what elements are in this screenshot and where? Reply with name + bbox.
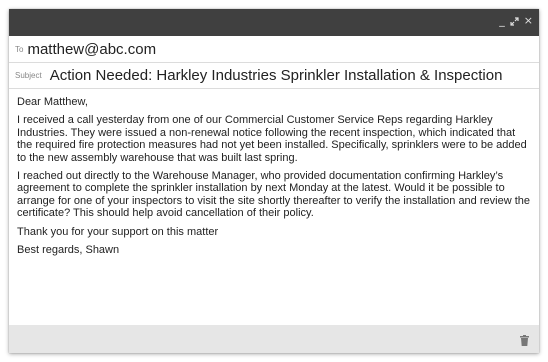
compose-footer — [9, 325, 539, 353]
subject-label: Subject — [15, 71, 42, 80]
compose-window: _ × To matthew@abc.com Subject Action Ne… — [9, 9, 539, 353]
body-paragraph-1: I received a call yesterday from one of … — [17, 114, 527, 164]
subject-input[interactable]: Action Needed: Harkley Industries Sprink… — [50, 67, 503, 84]
window-controls: _ × — [499, 15, 533, 27]
thanks-line: Thank you for your support on this matte… — [17, 225, 219, 238]
minimize-icon[interactable]: _ — [499, 15, 505, 27]
body-paragraph-2: I reached out directly to the Warehouse … — [17, 170, 530, 220]
to-label: To — [15, 44, 24, 54]
signoff-line: Best regards, Shawn — [17, 244, 120, 257]
message-body[interactable]: Dear Matthew, I received a call yesterda… — [9, 89, 539, 256]
close-icon[interactable]: × — [524, 15, 533, 27]
title-bar: _ × — [9, 9, 539, 36]
greeting: Dear Matthew, — [17, 96, 88, 108]
subject-field[interactable]: Subject Action Needed: Harkley Industrie… — [9, 63, 539, 89]
to-field[interactable]: To matthew@abc.com — [9, 36, 539, 63]
expand-icon[interactable] — [510, 16, 519, 26]
trash-icon[interactable] — [520, 333, 529, 351]
to-input[interactable]: matthew@abc.com — [27, 41, 156, 58]
